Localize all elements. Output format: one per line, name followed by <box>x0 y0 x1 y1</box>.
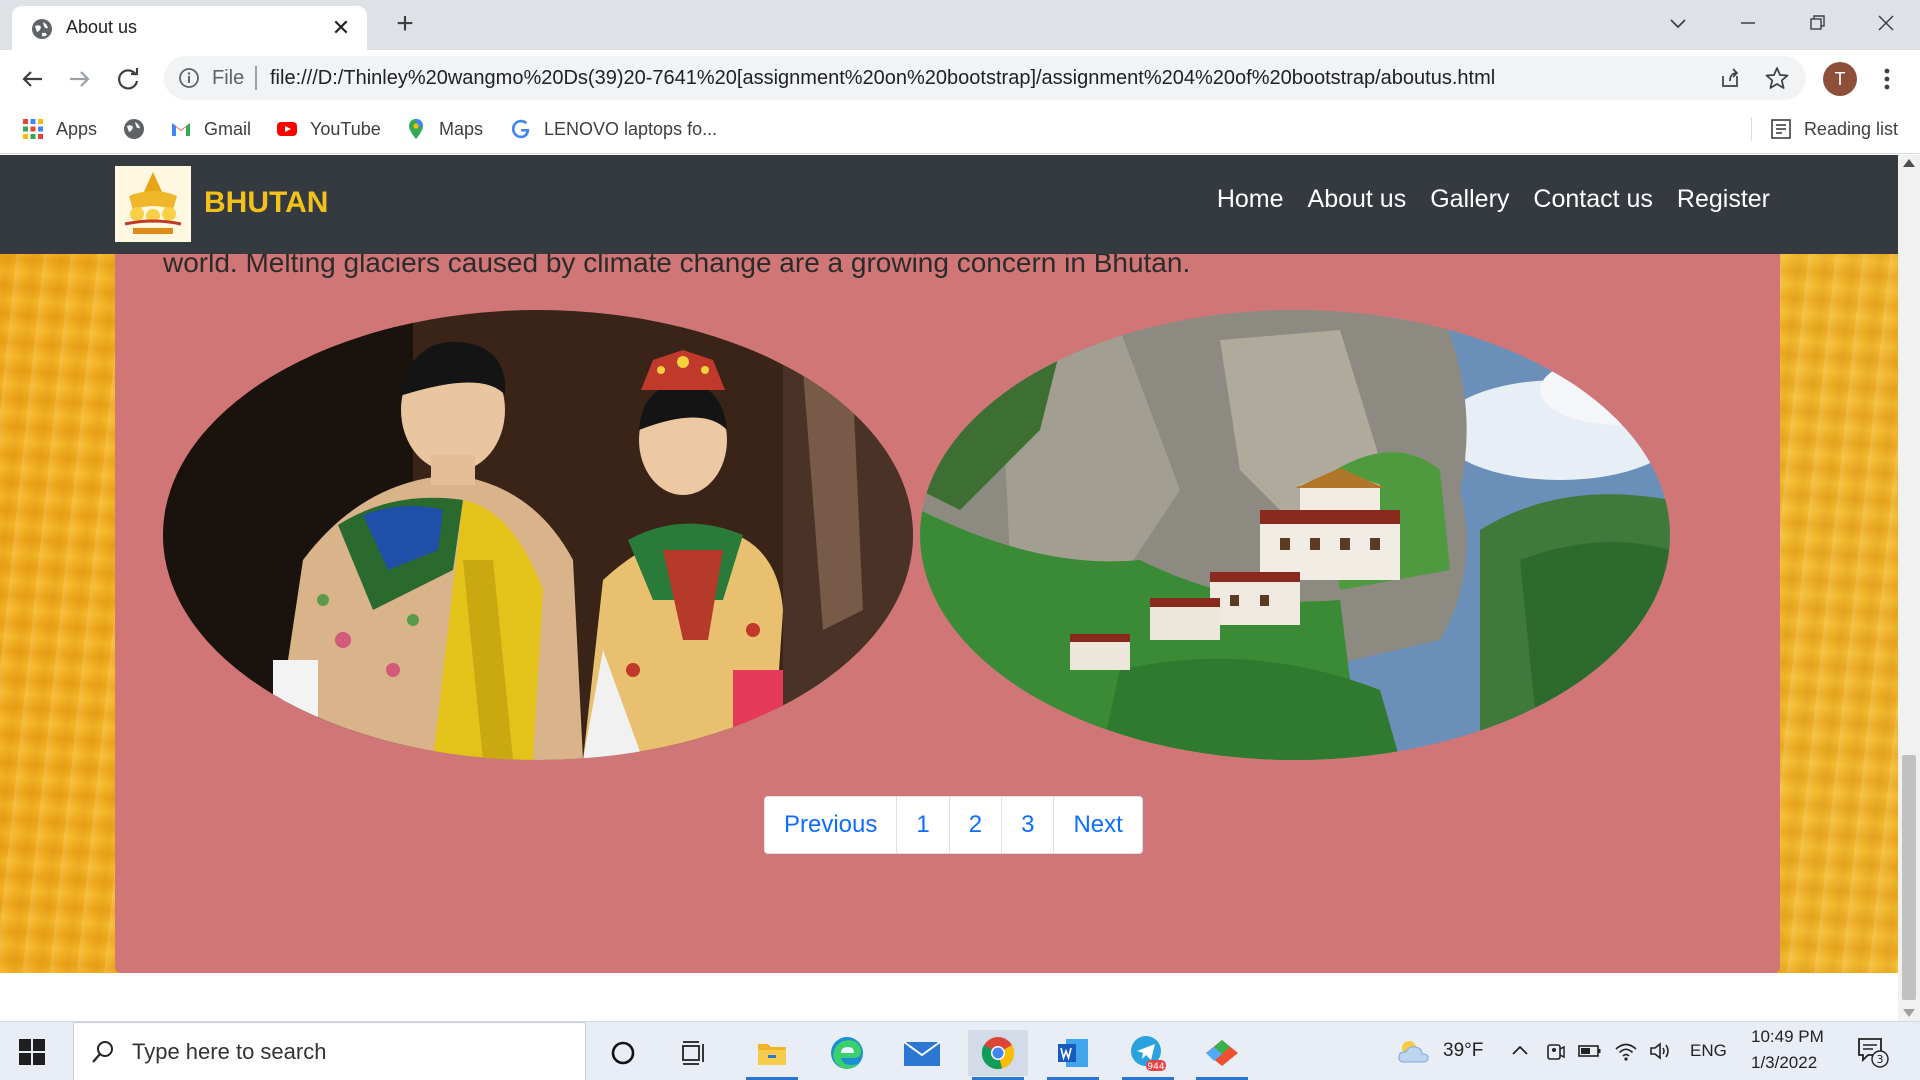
pagination-page-1[interactable]: 1 <box>896 797 949 853</box>
about-content-card: world. Melting glaciers caused by climat… <box>115 155 1780 973</box>
windows-taskbar: Type here to search 944 39°F ENG 10:49 P… <box>0 1021 1920 1080</box>
search-icon <box>92 1041 113 1063</box>
pagination: Previous 1 2 3 Next <box>764 796 1143 854</box>
bookmark-maps[interactable]: Maps <box>405 114 483 144</box>
wifi-icon[interactable] <box>1614 1039 1638 1063</box>
weather-cloud-icon[interactable] <box>1396 1036 1432 1066</box>
pagination-previous[interactable]: Previous <box>765 797 897 853</box>
reading-list-button[interactable]: Reading list <box>1750 114 1898 144</box>
bookmark-apps[interactable]: Apps <box>22 114 97 144</box>
royal-couple-image <box>163 310 913 760</box>
chevron-up-icon[interactable] <box>1508 1039 1532 1063</box>
brand-name[interactable]: BHUTAN <box>204 186 328 220</box>
nav-home[interactable]: Home <box>1217 185 1284 214</box>
clock-date[interactable]: 1/3/2022 <box>1751 1053 1817 1073</box>
meet-camera-icon[interactable] <box>1543 1039 1567 1063</box>
browser-toolbar: File file:///D:/Thinley%20wangmo%20Ds(39… <box>0 50 1920 108</box>
pagination-next[interactable]: Next <box>1053 797 1142 853</box>
reading-list-label: Reading list <box>1803 118 1898 139</box>
bookmarks-divider <box>1750 117 1752 141</box>
pagination-page-2[interactable]: 2 <box>948 797 1002 853</box>
task-view-icon[interactable] <box>665 1030 725 1076</box>
minimize-icon[interactable] <box>1733 8 1763 38</box>
bookmark-star-icon[interactable] <box>1764 65 1790 91</box>
close-window-icon[interactable] <box>1871 8 1901 38</box>
page-scrollbar[interactable] <box>1898 155 1920 1021</box>
maps-pin-icon <box>409 119 423 139</box>
bhutan-logo[interactable] <box>115 166 191 242</box>
tab-close-icon[interactable]: ✕ <box>329 16 353 40</box>
scroll-thumb[interactable] <box>1902 755 1916 1000</box>
bookmark-youtube[interactable]: YouTube <box>276 114 381 144</box>
globe-icon <box>32 19 52 39</box>
forward-arrow-icon[interactable] <box>64 63 96 95</box>
profile-avatar[interactable]: T <box>1823 62 1857 96</box>
input-language[interactable]: ENG <box>1690 1041 1727 1061</box>
restore-icon[interactable] <box>1802 8 1832 38</box>
gmail-icon <box>172 123 190 136</box>
reading-list-icon <box>1771 119 1791 139</box>
bookmark-label: YouTube <box>310 118 381 139</box>
tigers-nest-monastery-image <box>920 310 1670 760</box>
tab-search-chevron-icon[interactable] <box>1663 8 1693 38</box>
clock-time[interactable]: 10:49 PM <box>1751 1027 1824 1047</box>
site-navbar: BHUTAN Home About us Gallery Contact us … <box>0 155 1898 254</box>
youtube-icon <box>277 122 297 136</box>
bookmark-label: Apps <box>56 118 98 139</box>
chrome-icon[interactable] <box>968 1030 1028 1080</box>
url-separator <box>255 66 257 90</box>
bookmark-lenovo[interactable]: LENOVO laptops fo... <box>510 114 717 144</box>
url-scheme-label: File <box>212 67 245 89</box>
telegram-badge: 944 <box>1147 1062 1164 1072</box>
taskbar-search-box[interactable]: Type here to search <box>73 1022 586 1080</box>
browser-tab-active[interactable]: About us ✕ <box>12 6 367 50</box>
cortana-icon[interactable] <box>593 1030 653 1076</box>
notification-icon[interactable]: 3 <box>1855 1034 1889 1068</box>
notification-count: 3 <box>1877 1053 1884 1066</box>
telegram-icon[interactable]: 944 <box>1118 1030 1178 1080</box>
bookmarks-bar: Apps Gmail YouTube Maps LENOVO laptops f… <box>0 108 1920 154</box>
share-icon[interactable] <box>1718 66 1742 90</box>
word-icon[interactable] <box>1043 1030 1103 1080</box>
scroll-up-arrow-icon[interactable] <box>1903 159 1915 167</box>
git-app-icon[interactable] <box>1192 1030 1252 1080</box>
nav-gallery[interactable]: Gallery <box>1430 185 1509 214</box>
bookmark-gmail[interactable]: Gmail <box>170 114 251 144</box>
site-info-icon[interactable] <box>178 67 200 89</box>
nav-contact-us[interactable]: Contact us <box>1533 185 1653 214</box>
page-viewport: world. Melting glaciers caused by climat… <box>0 155 1898 1021</box>
battery-icon[interactable] <box>1578 1039 1602 1063</box>
more-menu-icon[interactable] <box>1874 64 1900 94</box>
nav-register[interactable]: Register <box>1677 185 1770 214</box>
nav-about-us[interactable]: About us <box>1308 185 1407 214</box>
pagination-page-3[interactable]: 3 <box>1001 797 1054 853</box>
edge-browser-icon[interactable] <box>817 1030 877 1076</box>
windows-start-icon[interactable] <box>18 1038 46 1066</box>
address-bar[interactable]: File file:///D:/Thinley%20wangmo%20Ds(39… <box>164 56 1806 100</box>
scroll-down-arrow-icon[interactable] <box>1903 1009 1915 1017</box>
weather-temperature: 39°F <box>1443 1040 1484 1061</box>
google-icon <box>511 119 530 139</box>
apps-grid-icon <box>23 119 43 139</box>
back-arrow-icon[interactable] <box>16 63 48 95</box>
url-text[interactable]: file:///D:/Thinley%20wangmo%20Ds(39)20-7… <box>270 67 1495 90</box>
bookmark-label: Maps <box>439 118 484 139</box>
globe-icon <box>124 119 144 139</box>
new-tab-button[interactable]: + <box>390 9 420 40</box>
file-explorer-icon[interactable] <box>742 1030 802 1080</box>
search-placeholder: Type here to search <box>132 1039 327 1064</box>
bookmark-label: Gmail <box>204 118 252 139</box>
tab-title: About us <box>66 17 138 37</box>
bookmark-label: LENOVO laptops fo... <box>544 118 718 139</box>
reload-icon[interactable] <box>112 63 144 95</box>
nav-links: Home About us Gallery Contact us Registe… <box>1217 185 1770 214</box>
browser-tab-strip: About us ✕ + <box>0 0 1920 50</box>
volume-icon[interactable] <box>1648 1039 1672 1063</box>
bookmark-globe[interactable] <box>123 114 157 144</box>
mail-icon[interactable] <box>892 1030 952 1076</box>
